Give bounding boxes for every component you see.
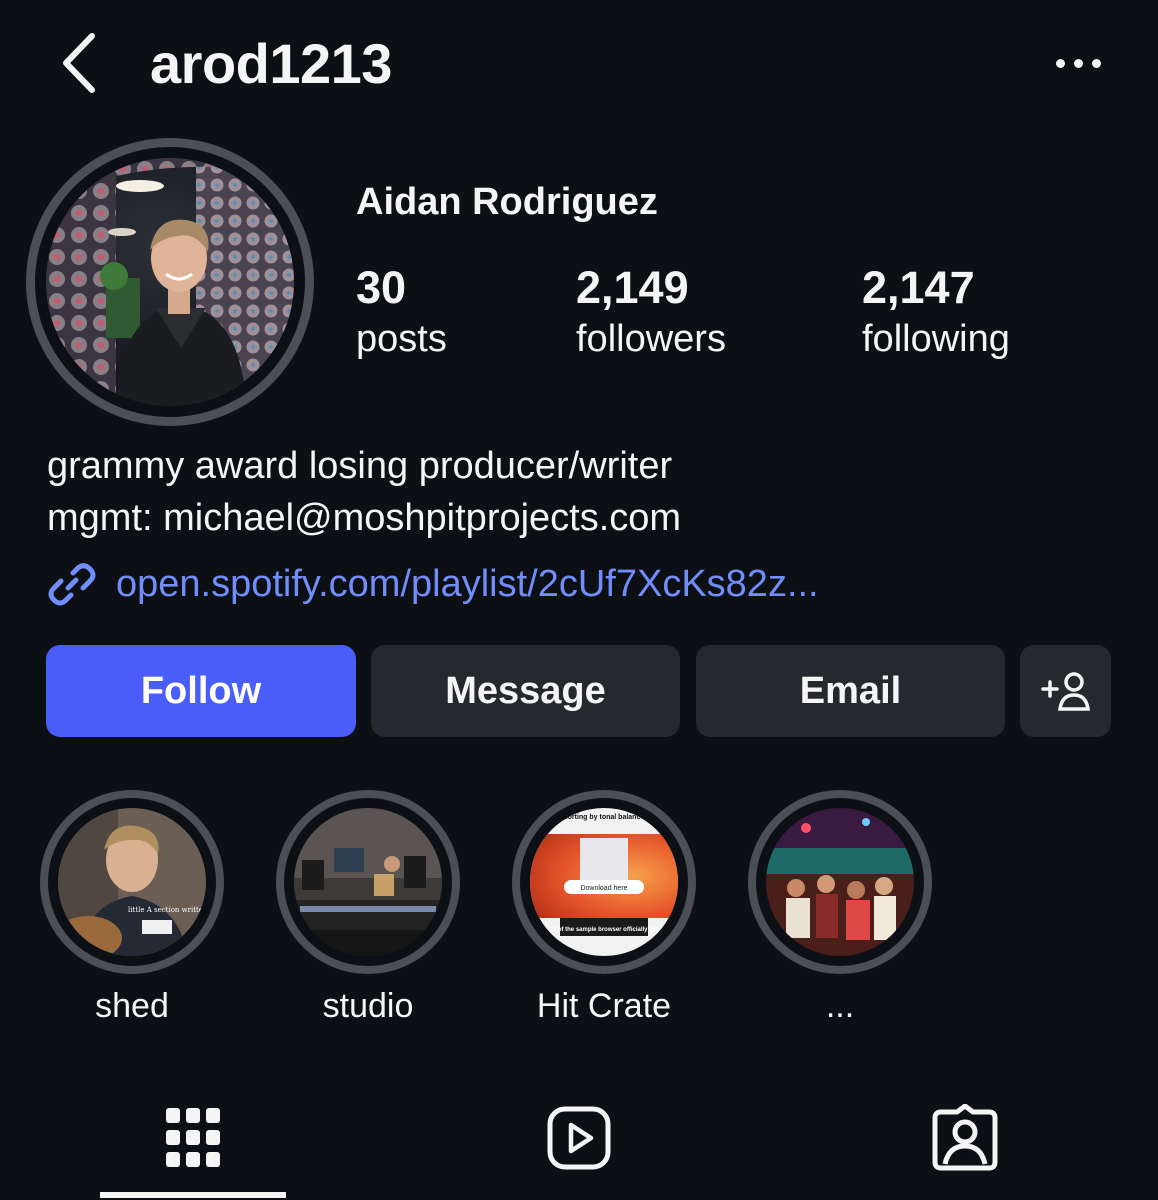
highlight-more[interactable]: ...: [748, 790, 932, 1025]
tagged-icon: [932, 1104, 998, 1171]
avatar[interactable]: [46, 158, 294, 406]
tab-tagged[interactable]: [895, 1098, 1035, 1178]
highlight-label: Hit Crate: [536, 987, 672, 1025]
highlight-ring: ...: [748, 790, 932, 1025]
email-button[interactable]: Email: [696, 645, 1005, 737]
more-options-button[interactable]: [1040, 40, 1116, 86]
highlight-ring: little A section written this morning sh…: [40, 790, 224, 1025]
chevron-left-icon: [63, 33, 95, 93]
bio-link[interactable]: open.spotify.com/playlist/2cUf7XcKs82z..…: [46, 556, 819, 612]
display-name: Aidan Rodriguez: [356, 181, 658, 223]
stat-value: 2,147: [862, 262, 975, 313]
more-horizontal-icon: [1055, 58, 1065, 68]
stat-following[interactable]: 2,147 following: [862, 262, 1010, 364]
bio-line-2: mgmt: michael@moshpitprojects.com: [47, 497, 682, 539]
highlight-hit-crate[interactable]: sorting by tonal balance Download here V…: [512, 790, 696, 1025]
highlight-ring: sorting by tonal balance Download here V…: [512, 790, 696, 1025]
highlight-label: studio: [322, 987, 414, 1025]
highlight-thumb-text: little A section written this morning: [128, 906, 206, 914]
link-icon: [48, 563, 96, 606]
suggest-users-button[interactable]: [1020, 645, 1111, 737]
highlight-shed[interactable]: little A section written this morning sh…: [40, 790, 224, 1025]
highlight-thumb-top-text: sorting by tonal balance: [564, 814, 645, 821]
highlight-thumbnail: [294, 808, 442, 956]
stat-label: posts: [356, 318, 447, 360]
highlight-thumbnail: sorting by tonal balance Download here V…: [530, 808, 678, 956]
highlight-thumbnail: little A section written this morning: [58, 808, 206, 956]
stat-value: 30: [356, 262, 407, 313]
stat-label: followers: [576, 318, 726, 360]
link-text: open.spotify.com/playlist/2cUf7XcKs82z..…: [116, 562, 819, 605]
highlight-label: shed: [95, 987, 169, 1025]
highlight-thumb-pill-text: Download here: [580, 885, 627, 892]
tab-posts-grid[interactable]: [123, 1098, 263, 1178]
stat-value: 2,149: [576, 262, 689, 313]
back-button[interactable]: [50, 28, 110, 98]
highlight-ring: studio: [276, 790, 460, 1025]
avatar-photo: [46, 158, 294, 406]
stat-followers[interactable]: 2,149 followers: [576, 262, 726, 364]
stat-label: following: [862, 318, 1010, 360]
stat-posts[interactable]: 30 posts: [356, 262, 447, 364]
follow-button[interactable]: Follow: [46, 645, 356, 737]
profile-username: arod1213: [150, 32, 392, 95]
highlight-thumbnail: [766, 808, 914, 956]
reels-icon: [547, 1106, 611, 1170]
active-tab-indicator: [100, 1192, 286, 1198]
highlight-studio[interactable]: studio: [276, 790, 460, 1025]
highlight-label: ...: [825, 987, 855, 1025]
grid-icon: [166, 1108, 220, 1167]
add-person-icon: [1040, 672, 1090, 711]
message-button[interactable]: Message: [371, 645, 680, 737]
bio-line-1: grammy award losing producer/writer: [47, 445, 673, 487]
tab-reels[interactable]: [509, 1098, 649, 1178]
highlight-thumb-caption-text: V1 of the sample browser officially live: [549, 927, 660, 933]
